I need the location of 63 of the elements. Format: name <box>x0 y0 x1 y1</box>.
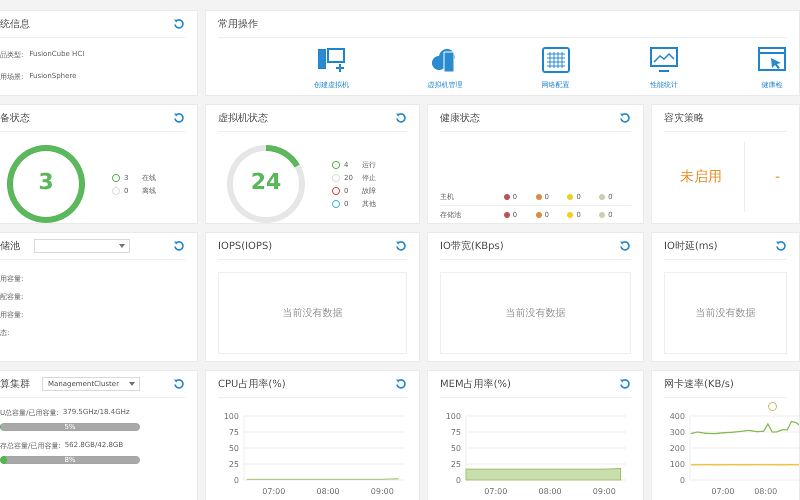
panel-title: IOPS(IOPS) <box>218 240 272 252</box>
axis-label: 200 <box>670 444 685 453</box>
axis-label: 300 <box>670 428 685 437</box>
panel-title: 统信息 <box>0 18 30 31</box>
legend-marker <box>768 402 777 411</box>
panel-title: 备状态 <box>0 112 30 125</box>
axis-label: 75 <box>228 428 239 437</box>
axis-label: 75 <box>450 428 461 437</box>
panel-title: 常用操作 <box>218 18 258 31</box>
axis-label: 07:00 <box>262 487 286 496</box>
refresh-icon[interactable] <box>173 112 185 124</box>
axis-label: 08:00 <box>754 487 778 496</box>
axis-label: 09:00 <box>592 487 616 496</box>
axis-label: 100 <box>446 412 461 421</box>
panel-title: IO带宽(KBps) <box>440 240 504 253</box>
panel-title: 算集群 <box>0 378 30 391</box>
axis-label: 08:00 <box>538 487 562 496</box>
empty-message: 当前没有数据 <box>506 306 566 320</box>
axis-label: 09:00 <box>370 487 394 496</box>
refresh-icon[interactable] <box>173 378 185 390</box>
panel-title: 虚拟机状态 <box>218 112 268 125</box>
status-text: - <box>774 169 780 185</box>
total-count: 3 <box>37 170 55 195</box>
axis-label: 0 <box>456 476 461 485</box>
refresh-icon[interactable] <box>619 378 631 390</box>
panel-title: 网卡速率(KB/s) <box>664 378 734 391</box>
empty-message: 当前没有数据 <box>696 306 756 320</box>
refresh-icon[interactable] <box>173 18 185 30</box>
panel-title: 容灾策略 <box>664 112 704 125</box>
axis-label: 0 <box>680 476 685 485</box>
refresh-icon[interactable] <box>173 240 185 252</box>
computer-plus-icon <box>316 46 346 74</box>
axis-label: 08:00 <box>316 487 340 496</box>
caret-icon <box>129 382 135 386</box>
axis-label: 50 <box>450 444 461 453</box>
refresh-icon[interactable] <box>395 240 407 252</box>
refresh-icon[interactable] <box>619 112 631 124</box>
refresh-icon[interactable] <box>619 240 631 252</box>
grid-panel-icon <box>540 46 570 74</box>
axis-label: 25 <box>228 460 239 469</box>
refresh-icon[interactable] <box>395 112 407 124</box>
panel-title: MEM占用率(%) <box>440 378 511 391</box>
total-count: 24 <box>250 170 282 195</box>
axis-label: 25 <box>450 460 461 469</box>
axis-label: 400 <box>670 412 685 421</box>
caret-icon <box>119 244 125 248</box>
axis-label: 50 <box>228 444 239 453</box>
dropdown-field[interactable] <box>34 239 130 253</box>
axis-label: 100 <box>670 460 685 469</box>
window-cursor-icon <box>757 46 787 74</box>
refresh-icon[interactable] <box>775 240 787 252</box>
empty-message: 当前没有数据 <box>282 306 342 320</box>
axis-label: 100 <box>224 412 239 421</box>
panel-title: 健康状态 <box>440 112 480 125</box>
panel-title: 储池 <box>0 240 20 253</box>
status-text: 未启用 <box>664 142 745 212</box>
monitor-chart-icon <box>648 46 679 74</box>
refresh-icon[interactable] <box>395 378 407 390</box>
axis-label: 0 <box>234 476 239 485</box>
panel-title: CPU占用率(%) <box>218 378 286 391</box>
panel-title: IO时延(ms) <box>664 240 718 253</box>
axis-label: 07:00 <box>711 487 734 496</box>
axis-label: 07:00 <box>484 487 508 496</box>
